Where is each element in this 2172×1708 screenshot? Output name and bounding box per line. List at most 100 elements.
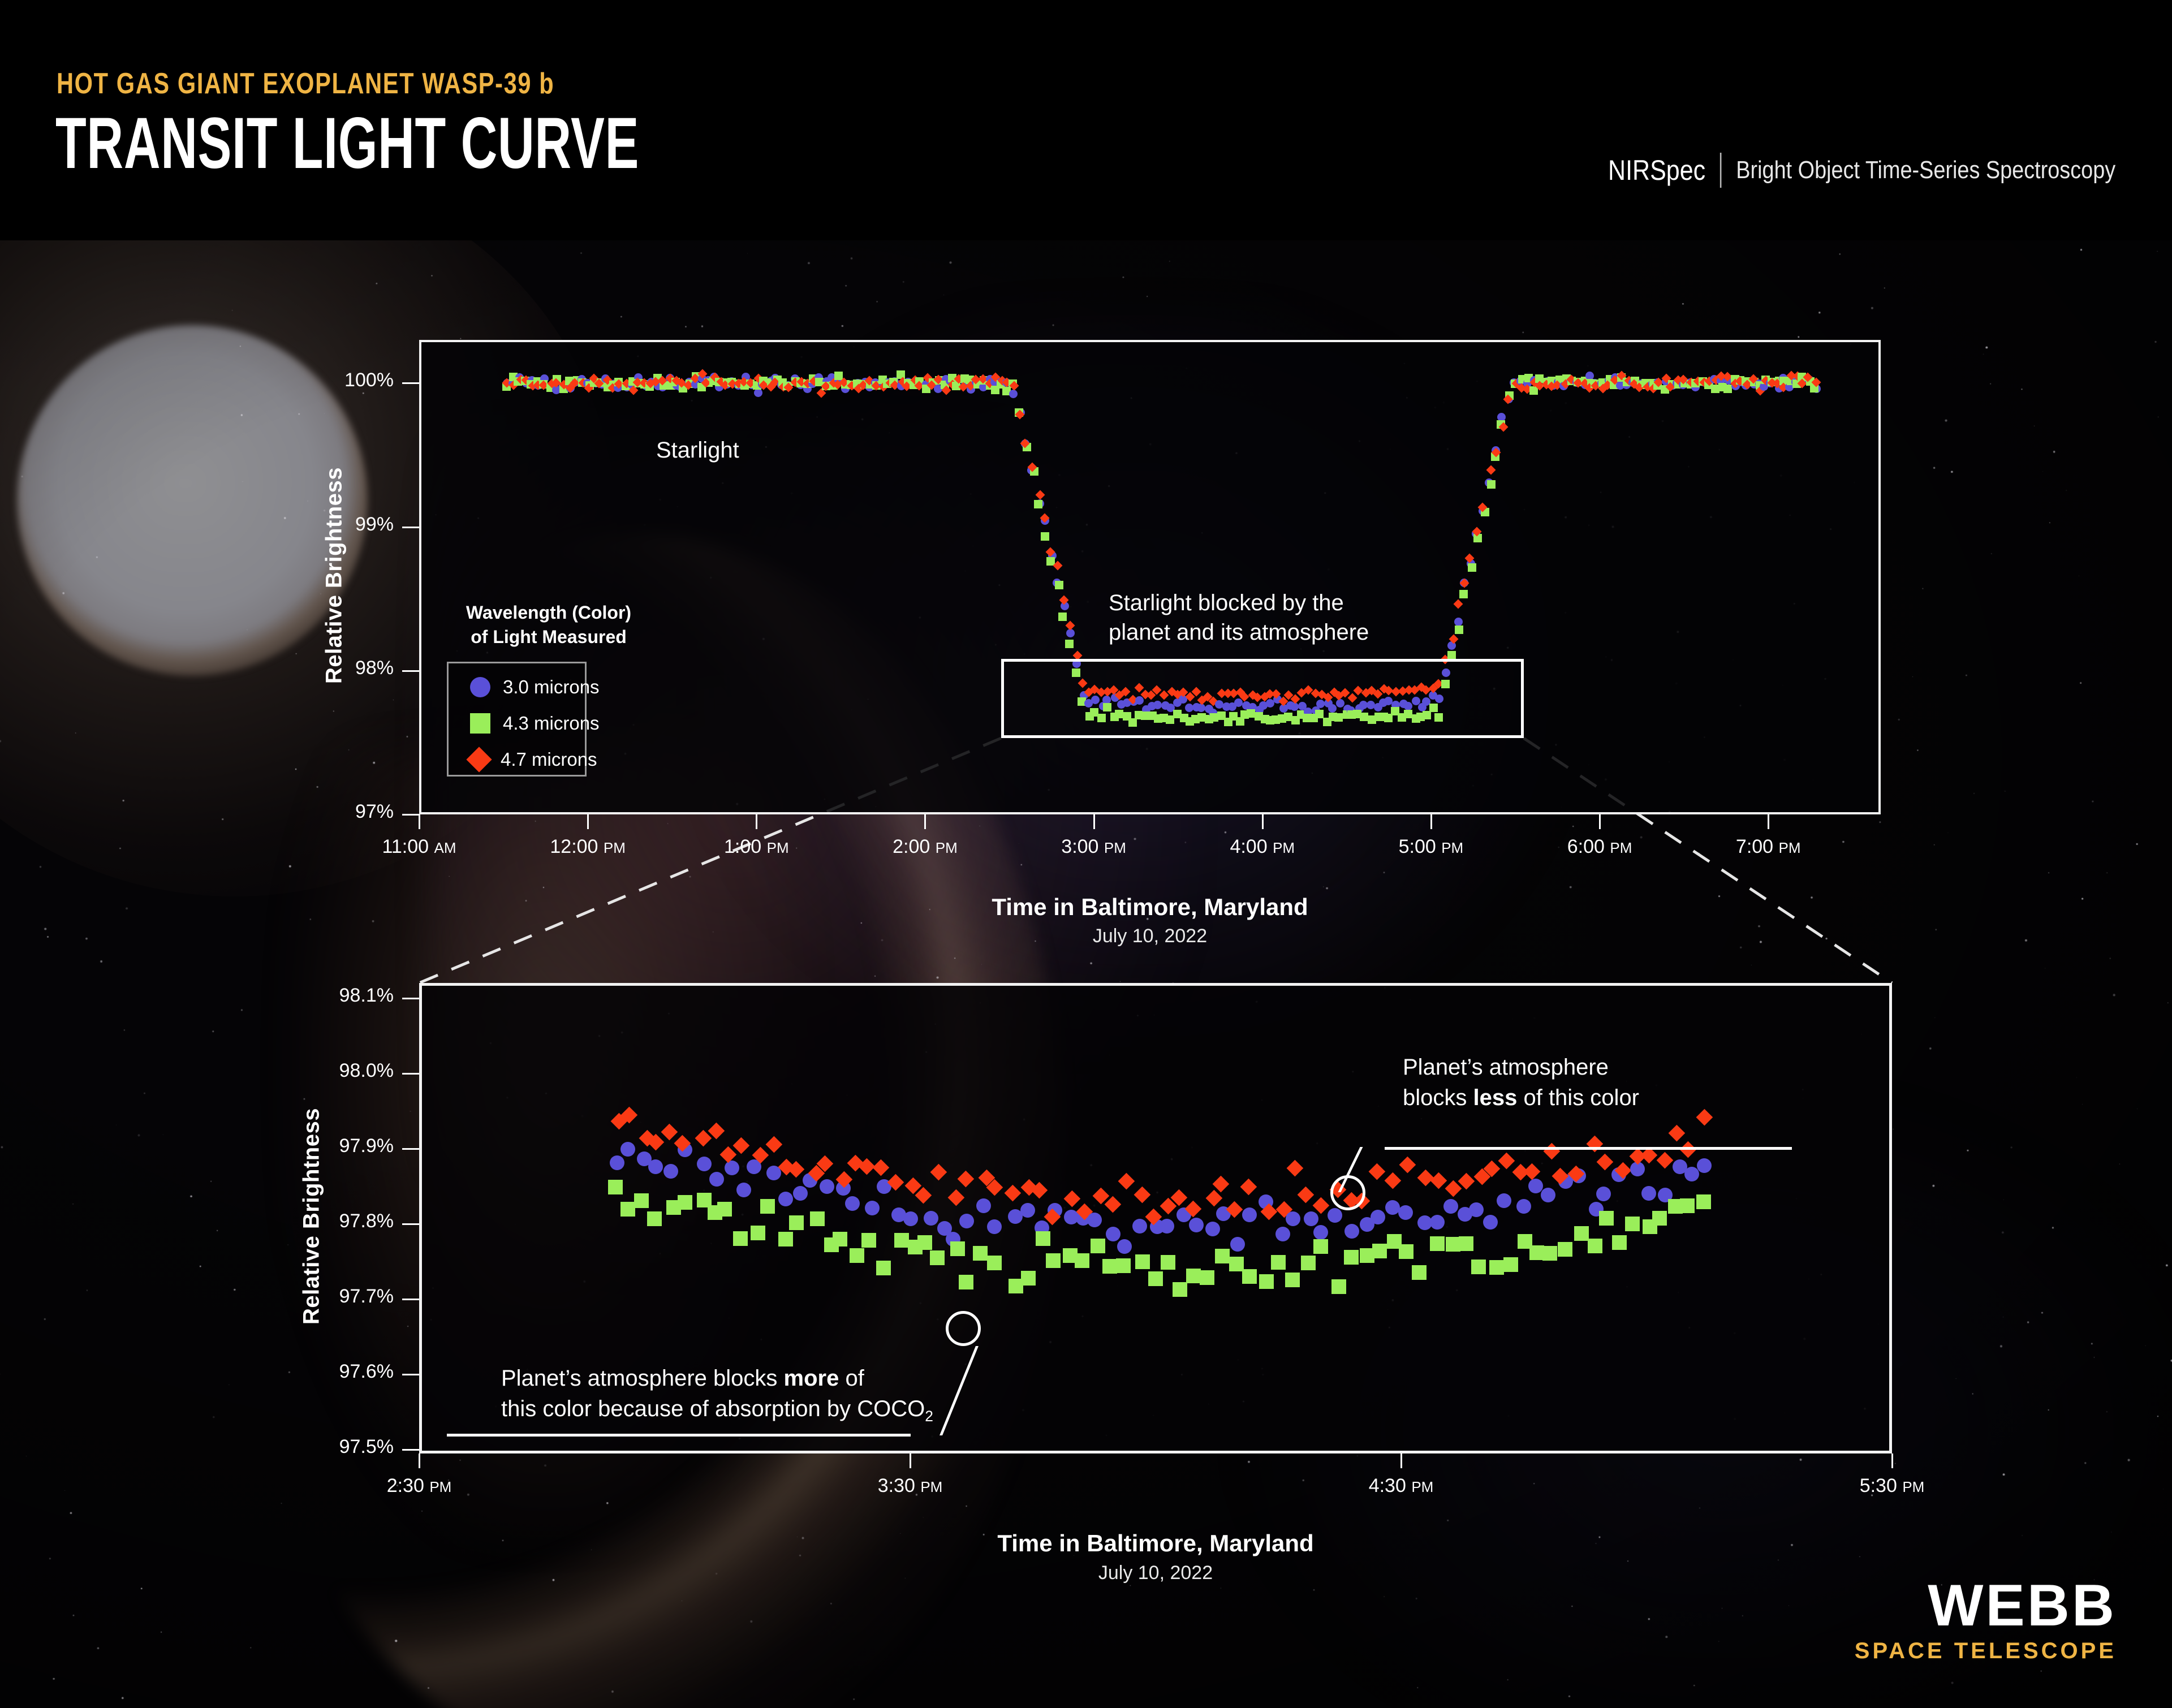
data-point-circle — [792, 1185, 808, 1201]
legend-marker-diamond-icon — [466, 747, 492, 773]
data-point-square — [1116, 1258, 1131, 1274]
annotation-more-line1: Planet’s atmosphere blocks more of — [501, 1366, 864, 1391]
data-point-square — [717, 1202, 732, 1217]
annotation-less-line2: blocks less of this color — [1403, 1085, 1640, 1110]
data-point-diamond — [661, 1123, 678, 1140]
data-point-square — [1696, 1194, 1712, 1210]
data-point-square — [894, 1232, 909, 1248]
data-point-circle — [923, 1210, 938, 1226]
data-point-diamond — [1240, 1178, 1257, 1195]
data-point-square — [732, 1231, 748, 1247]
data-point-circle — [1020, 1203, 1035, 1218]
data-point-square — [917, 1235, 932, 1250]
legend-item-4-7-microns[interactable]: 4.7 microns — [449, 741, 597, 778]
data-point-square — [1612, 1235, 1627, 1250]
data-point-square — [950, 1241, 965, 1256]
data-point-square — [1301, 1255, 1316, 1270]
data-point-circle — [1205, 1221, 1220, 1236]
data-point-diamond — [1005, 1184, 1022, 1201]
data-point-square — [1270, 1255, 1286, 1270]
data-point-circle — [696, 1157, 712, 1172]
data-point-circle — [820, 1179, 834, 1194]
data-point-circle — [1429, 1214, 1445, 1230]
data-point-square — [973, 1246, 988, 1261]
legend-marker-circle-icon — [470, 677, 490, 697]
data-point-square — [1200, 1270, 1215, 1285]
data-point-diamond — [1523, 1163, 1540, 1180]
data-point-diamond — [1498, 1152, 1515, 1170]
legend-item-4-3-microns[interactable]: 4.3 microns — [449, 705, 600, 741]
data-point-circle — [1344, 1224, 1360, 1239]
data-point-square — [1471, 1260, 1486, 1275]
data-point-square — [1372, 1244, 1387, 1259]
divider-rule — [1720, 153, 1722, 188]
data-point-square — [1102, 1258, 1118, 1274]
data-point-circle — [903, 1211, 919, 1226]
annotation-blocks-less: Planet’s atmosphere blocks less of this c… — [1403, 1052, 1639, 1113]
data-point-diamond — [1312, 1197, 1329, 1214]
eyebrow-subject: HOT GAS GIANT EXOPLANET WASP-39 b — [57, 67, 555, 100]
data-point-diamond — [765, 1136, 782, 1153]
header-bar: HOT GAS GIANT EXOPLANET WASP-39 b TRANSI… — [0, 0, 2172, 240]
data-point-circle — [1189, 1217, 1204, 1232]
data-point-circle — [1132, 1219, 1148, 1234]
data-point-circle — [1242, 1207, 1257, 1223]
data-point-square — [620, 1201, 635, 1217]
data-point-circle — [609, 1155, 624, 1170]
data-point-circle — [1087, 1213, 1102, 1228]
data-point-square — [1075, 1253, 1090, 1268]
data-point-square — [788, 1215, 804, 1230]
data-point-square — [1399, 1244, 1414, 1260]
data-point-square — [677, 1195, 692, 1210]
data-point-circle — [959, 1214, 974, 1229]
data-point-square — [861, 1232, 876, 1248]
legend-item-3-0-microns[interactable]: 3.0 microns — [449, 669, 600, 705]
legend-marker-square-icon — [470, 713, 490, 734]
page-title: TRANSIT LIGHT CURVE — [55, 103, 640, 184]
data-point-square — [1259, 1274, 1274, 1289]
data-point-square — [1285, 1273, 1300, 1288]
data-point-diamond — [1417, 1169, 1434, 1187]
data-point-diamond — [1596, 1153, 1613, 1170]
data-point-square — [634, 1193, 649, 1209]
data-point-square — [832, 1232, 847, 1247]
data-point-square — [1680, 1198, 1695, 1213]
data-point-circle — [1596, 1187, 1611, 1202]
data-point-square — [1135, 1254, 1150, 1270]
data-point-circle — [1684, 1166, 1699, 1181]
data-point-circle — [1313, 1225, 1329, 1240]
data-point-square — [760, 1199, 775, 1214]
data-point-circle — [1483, 1215, 1498, 1230]
data-point-circle — [1160, 1219, 1175, 1234]
data-point-diamond — [1430, 1172, 1447, 1189]
legend-label: 4.7 microns — [501, 749, 597, 770]
instrument-credit: NIRSpec Bright Object Time-Series Spectr… — [1608, 153, 2115, 188]
legend-box: 3.0 microns 4.3 microns 4.7 microns — [447, 662, 600, 778]
data-point-square — [1091, 1238, 1106, 1253]
data-point-circle — [1516, 1199, 1532, 1214]
data-point-circle — [736, 1182, 752, 1197]
data-point-circle — [1275, 1226, 1291, 1241]
data-point-circle — [1303, 1211, 1318, 1227]
data-point-square — [1343, 1249, 1359, 1265]
data-point-square — [778, 1231, 793, 1247]
data-point-square — [876, 1261, 891, 1276]
data-point-square — [1652, 1211, 1667, 1226]
data-point-square — [1035, 1231, 1050, 1246]
data-point-circle — [1230, 1237, 1246, 1252]
data-point-diamond — [1696, 1109, 1713, 1126]
data-point-circle — [1117, 1239, 1132, 1254]
data-point-circle — [1528, 1178, 1544, 1193]
legend-title-line2: of Light Measured — [471, 627, 627, 648]
data-point-square — [1186, 1269, 1201, 1284]
annotation-more-line2: this color because of absorption by COCO… — [501, 1396, 933, 1425]
data-point-square — [987, 1256, 1002, 1271]
data-point-circle — [1496, 1193, 1511, 1209]
legend-label: 4.3 microns — [503, 713, 600, 734]
data-point-circle — [976, 1198, 991, 1213]
data-point-diamond — [1118, 1172, 1135, 1189]
callout-underline-less — [1385, 1147, 1792, 1150]
data-point-diamond — [1543, 1142, 1560, 1160]
data-point-square — [1529, 1245, 1544, 1261]
data-point-square — [1045, 1253, 1061, 1268]
